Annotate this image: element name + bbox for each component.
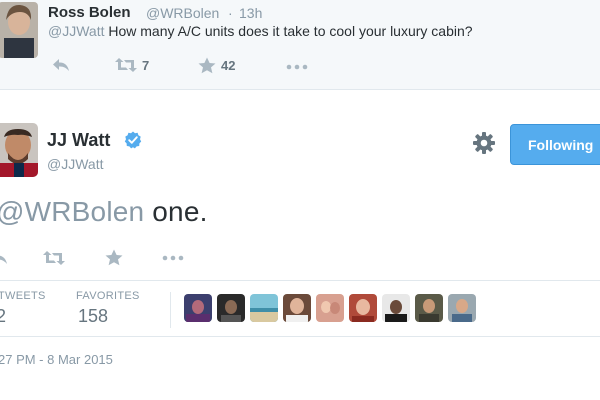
following-button[interactable]: Following	[510, 124, 600, 165]
tweet-reply-button[interactable]	[0, 250, 8, 266]
tweet-stats: TWEETS 2 FAVORITES 158	[0, 280, 600, 336]
reply-timestamp[interactable]: 13h	[239, 5, 262, 21]
favoriter-avatar[interactable]	[448, 294, 476, 322]
tweet-actions	[0, 247, 200, 269]
reply-tweet[interactable]: Ross Bolen @WRBolen · 13h @JJWatt How ma…	[0, 0, 600, 90]
retweet-button[interactable]: 7	[115, 57, 149, 73]
favorites-label[interactable]: FAVORITES	[76, 290, 140, 302]
favoriter-avatar[interactable]	[316, 294, 344, 322]
tweet-more-button[interactable]	[162, 255, 184, 261]
reply-body: How many A/C units does it take to cool …	[104, 23, 473, 39]
retweets-value[interactable]: 2	[0, 306, 6, 327]
author-name[interactable]: JJ Watt	[47, 130, 110, 151]
retweet-count: 7	[142, 57, 150, 73]
favoriter-avatar[interactable]	[382, 294, 410, 322]
gear-icon[interactable]	[472, 131, 496, 155]
favoriter-avatar[interactable]	[349, 294, 377, 322]
author-avatar[interactable]	[0, 123, 38, 177]
stats-divider	[170, 292, 171, 328]
tweet-timestamp[interactable]: 27 PM - 8 Mar 2015	[0, 352, 113, 367]
stats-bottom-divider	[0, 336, 600, 337]
tweet-favorite-button[interactable]	[105, 249, 123, 266]
tweet-text: @WRBolen one.	[0, 196, 208, 228]
reply-author-avatar[interactable]	[0, 2, 38, 58]
favorites-value[interactable]: 158	[78, 306, 108, 327]
tweet-mention[interactable]: @WRBolen	[0, 196, 144, 227]
favorite-count: 42	[221, 58, 236, 73]
reply-author-handle[interactable]: @WRBolen	[146, 5, 219, 21]
retweet-icon	[115, 58, 137, 72]
favoriter-avatar[interactable]	[184, 294, 212, 322]
verified-badge-icon	[124, 131, 142, 149]
reply-text: @JJWatt How many A/C units does it take …	[48, 23, 473, 39]
retweets-label[interactable]: TWEETS	[0, 290, 46, 302]
more-icon	[162, 255, 184, 261]
reply-author-name[interactable]: Ross Bolen	[48, 4, 131, 21]
tweet-retweet-button[interactable]	[43, 250, 65, 266]
favoriter-avatar[interactable]	[283, 294, 311, 322]
reply-icon	[53, 59, 69, 71]
favoriter-avatar[interactable]	[415, 294, 443, 322]
reply-icon	[0, 255, 7, 264]
more-button[interactable]	[286, 64, 308, 70]
favoriter-avatar[interactable]	[250, 294, 278, 322]
reply-mention[interactable]: @JJWatt	[48, 23, 104, 39]
more-icon	[286, 64, 308, 70]
author-handle[interactable]: @JJWatt	[47, 156, 103, 172]
tweet-body: one.	[144, 196, 208, 227]
dot-separator: ·	[228, 5, 233, 21]
favorite-button[interactable]: 42	[198, 57, 235, 74]
favoriter-avatar[interactable]	[217, 294, 245, 322]
reply-button[interactable]	[52, 57, 70, 73]
star-icon	[198, 57, 216, 74]
star-icon	[105, 249, 123, 266]
retweet-icon	[43, 251, 65, 265]
